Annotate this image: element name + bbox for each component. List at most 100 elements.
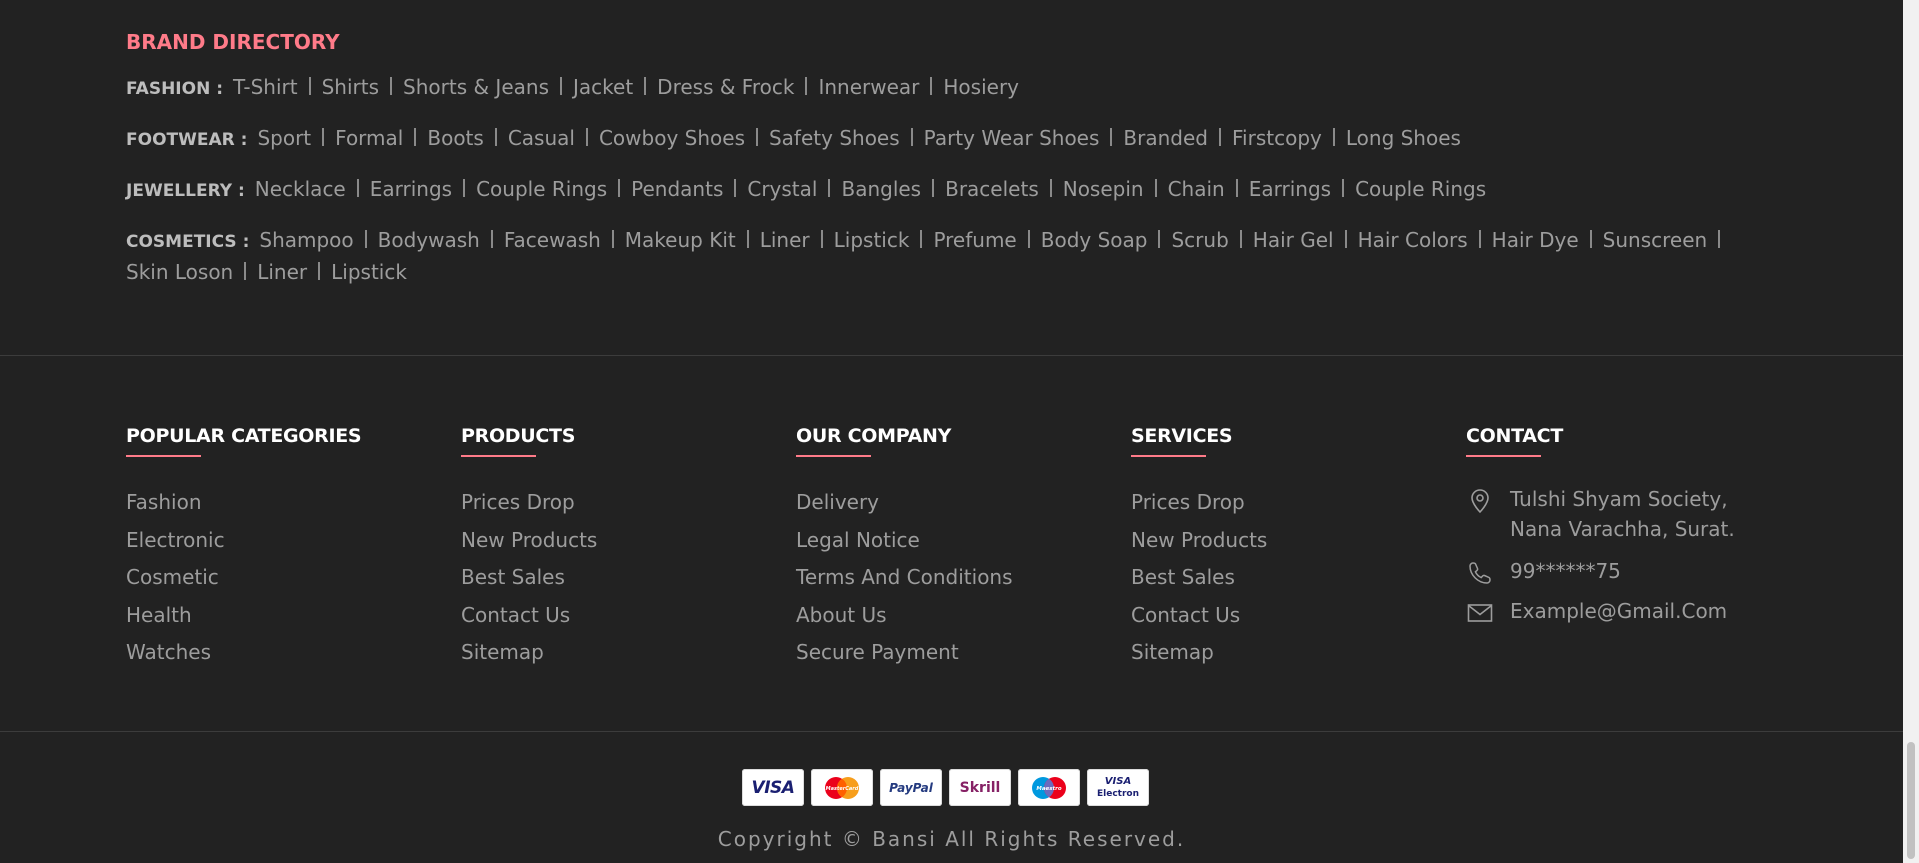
footer-link[interactable]: New Products (461, 522, 597, 560)
email-address: Example@Gmail.Com (1510, 599, 1728, 623)
footer-link[interactable]: Contact Us (461, 597, 597, 635)
link-separator (1342, 179, 1345, 197)
brand-link[interactable]: Nosepin (1063, 177, 1144, 201)
vertical-scrollbar[interactable] (1903, 0, 1919, 863)
brand-link[interactable]: Firstcopy (1232, 126, 1322, 150)
brand-link[interactable]: Shampoo (259, 228, 353, 252)
brand-directory-title: BRAND DIRECTORY (126, 30, 340, 54)
brand-row-label: JEWELLERY : (126, 181, 245, 201)
contact-phone[interactable]: 99******75 (1466, 556, 1735, 586)
brand-link[interactable]: Liner (760, 228, 810, 252)
link-separator (463, 179, 466, 197)
popular-categories-column: POPULAR CATEGORIES Fashion Electronic Cosm… (126, 422, 362, 672)
link-separator (1219, 128, 1221, 146)
brand-link[interactable]: Couple Rings (1355, 177, 1486, 201)
brand-link[interactable]: Lipstick (331, 260, 407, 284)
brand-link[interactable]: Cowboy Shoes (599, 126, 745, 150)
brand-link[interactable]: Bodywash (378, 228, 480, 252)
brand-link[interactable]: Chain (1168, 177, 1225, 201)
brand-link[interactable]: Hosiery (943, 75, 1019, 99)
footer-link[interactable]: Prices Drop (461, 484, 597, 522)
footer-link[interactable]: Electronic (126, 522, 361, 560)
brand-link[interactable]: T-Shirt (233, 75, 298, 99)
brand-link[interactable]: Shirts (322, 75, 379, 99)
footer-link[interactable]: About Us (796, 597, 1013, 635)
link-separator (1158, 230, 1161, 248)
link-separator (1478, 230, 1481, 248)
brand-link[interactable]: Couple Rings (476, 177, 607, 201)
title-underline (461, 455, 536, 457)
brand-link[interactable]: Hair Dye (1492, 228, 1579, 252)
link-separator (414, 128, 417, 146)
company-list: Delivery Legal Notice Terms And Conditions… (796, 484, 1013, 672)
brand-link[interactable]: Dress & Frock (657, 75, 794, 99)
payment-methods: VISA MasterCard PayPal Skrill Maestro VI… (742, 769, 1149, 806)
link-separator (490, 230, 493, 248)
brand-link[interactable]: Casual (508, 126, 575, 150)
footer-link[interactable]: Fashion (126, 484, 361, 522)
footer-link[interactable]: Sitemap (461, 634, 597, 672)
brand-link[interactable]: Makeup Kit (625, 228, 736, 252)
brand-link[interactable]: Branded (1123, 126, 1208, 150)
brand-link[interactable]: Scrub (1171, 228, 1228, 252)
contact-email[interactable]: Example@Gmail.Com (1466, 596, 1735, 626)
link-separator (611, 230, 614, 248)
brand-link[interactable]: Hair Gel (1253, 228, 1334, 252)
link-separator (1718, 230, 1721, 248)
brand-link[interactable]: Boots (427, 126, 483, 150)
brand-link[interactable]: Innerwear (818, 75, 919, 99)
copyright-text: Copyright © Bansi All Rights Reserved. (717, 827, 1186, 851)
footer-link[interactable]: Cosmetic (126, 559, 361, 597)
footer-link[interactable]: Delivery (796, 484, 1013, 522)
brand-link[interactable]: Party Wear Shoes (924, 126, 1100, 150)
brand-link[interactable]: Earrings (370, 177, 452, 201)
link-separator (356, 179, 359, 197)
footer-link[interactable]: Watches (126, 634, 361, 672)
brand-link[interactable]: Liner (257, 260, 307, 284)
footer-link[interactable]: Secure Payment (796, 634, 1013, 672)
brand-link[interactable]: Skin Loson (126, 260, 233, 284)
footer-link[interactable]: Prices Drop (1131, 484, 1267, 522)
visa-electron-bottom-text: Electron (1096, 788, 1139, 799)
brand-link[interactable]: Shorts & Jeans (403, 75, 549, 99)
brand-link[interactable]: Lipstick (834, 228, 910, 252)
footer-link[interactable]: Best Sales (461, 559, 597, 597)
brand-link[interactable]: Long Shoes (1346, 126, 1461, 150)
footer-link[interactable]: Sitemap (1131, 634, 1267, 672)
brand-row-label: FASHION : (126, 79, 224, 99)
column-title: OUR COMPANY (796, 425, 952, 447)
link-separator (618, 179, 621, 197)
brand-link[interactable]: Bracelets (945, 177, 1039, 201)
brand-link[interactable]: Sunscreen (1603, 228, 1708, 252)
link-separator (1049, 179, 1052, 197)
brand-link[interactable]: Crystal (747, 177, 817, 201)
link-separator (828, 179, 831, 197)
brand-link[interactable]: Bangles (841, 177, 921, 201)
footer-link[interactable]: Best Sales (1131, 559, 1267, 597)
scrollbar-thumb[interactable] (1907, 742, 1915, 859)
footer-link[interactable]: Terms And Conditions (796, 559, 1013, 597)
brand-link[interactable]: Body Soap (1041, 228, 1148, 252)
footer-link[interactable]: Contact Us (1131, 597, 1267, 635)
brand-link[interactable]: Earrings (1249, 177, 1331, 201)
footer-link[interactable]: New Products (1131, 522, 1267, 560)
brand-link[interactable]: Prefume (933, 228, 1016, 252)
address-line-1: Tulshi Shyam Society, (1510, 487, 1728, 511)
brand-link[interactable]: Formal (335, 126, 403, 150)
brand-link[interactable]: Jacket (573, 75, 633, 99)
brand-link[interactable]: Necklace (255, 177, 346, 201)
products-list: Prices Drop New Products Best Sales Contact… (461, 484, 597, 672)
section-divider (0, 731, 1903, 732)
brand-link[interactable]: Pendants (631, 177, 723, 201)
contact-address[interactable]: Tulshi Shyam Society, Nana Varachha, Sur… (1466, 484, 1735, 544)
brand-link[interactable]: Hair Colors (1358, 228, 1468, 252)
brand-link[interactable]: Facewash (504, 228, 601, 252)
link-separator (390, 77, 393, 95)
our-company-column: OUR COMPANY Delivery Legal Notice Terms An… (796, 422, 1013, 672)
link-separator (1235, 179, 1238, 197)
footer-link[interactable]: Health (126, 597, 361, 635)
brand-link[interactable]: Sport (257, 126, 311, 150)
section-divider (0, 355, 1903, 356)
footer-link[interactable]: Legal Notice (796, 522, 1013, 560)
brand-link[interactable]: Safety Shoes (769, 126, 900, 150)
